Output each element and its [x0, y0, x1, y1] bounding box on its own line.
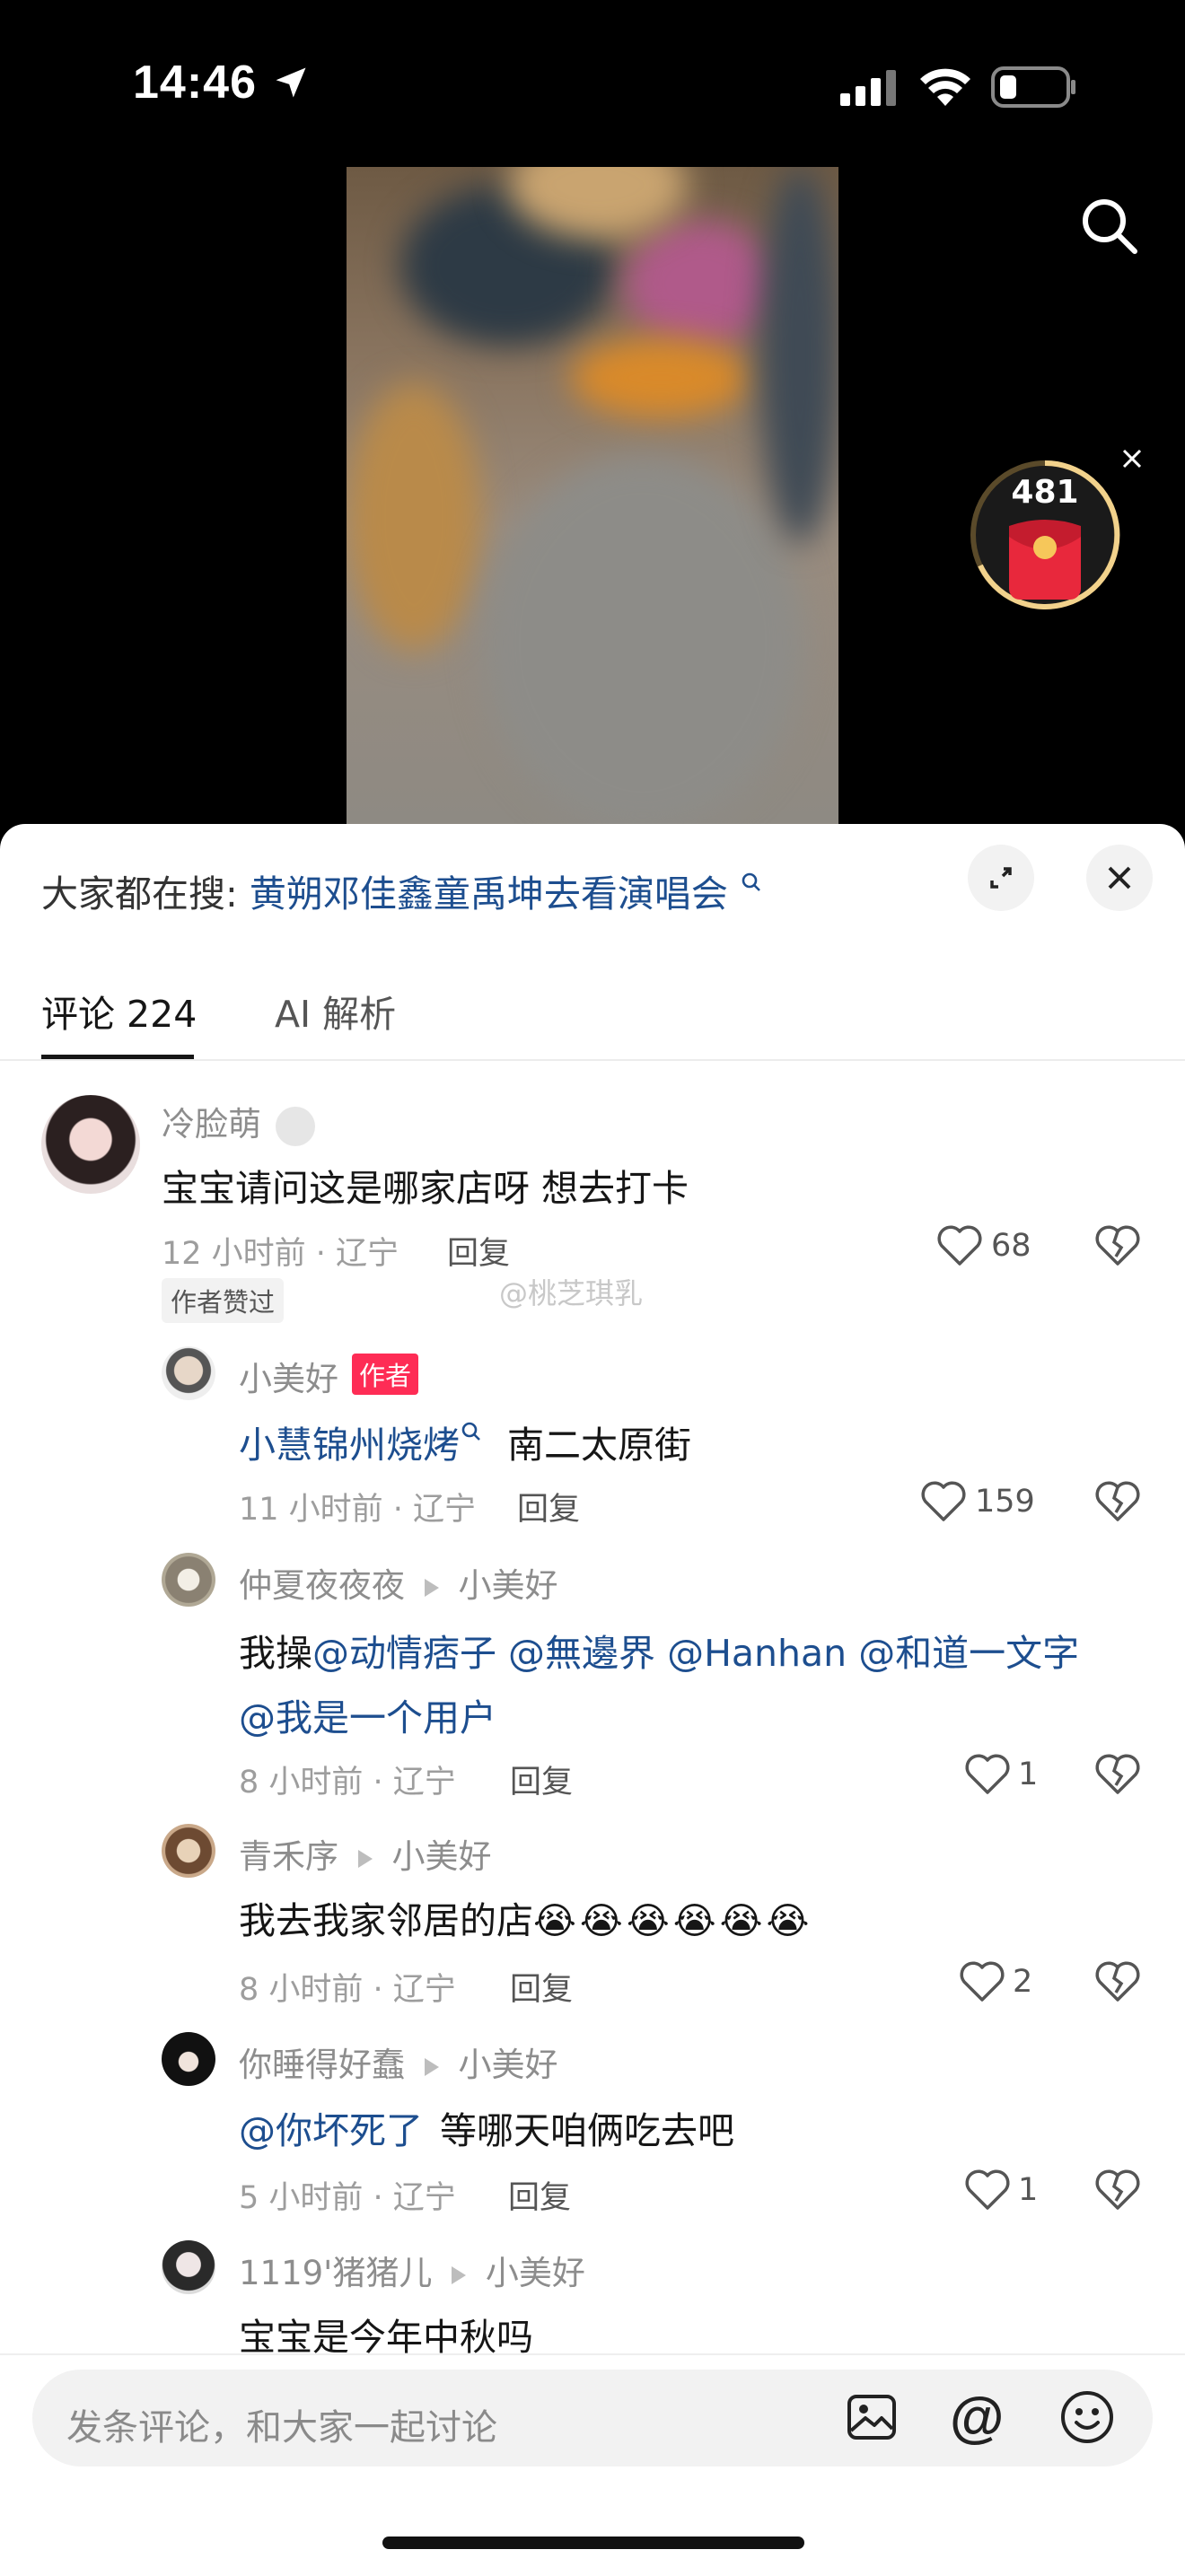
- mention-link[interactable]: @Hanhan: [667, 1632, 847, 1675]
- comment-input-placeholder: 发条评论，和大家一起讨论: [66, 2407, 497, 2449]
- commenter-name[interactable]: 青禾序 小美好: [239, 1829, 492, 1878]
- search-small-icon: [740, 860, 763, 903]
- like-icon[interactable]: [964, 2169, 1011, 2212]
- mention-link[interactable]: @动情痞子: [312, 1632, 496, 1675]
- like-icon[interactable]: [920, 1480, 967, 1523]
- search-small-icon: [460, 1409, 483, 1452]
- watermark: @桃芝琪乳: [499, 1276, 644, 1310]
- close-badge-icon[interactable]: [1120, 447, 1144, 474]
- like-count: 159: [975, 1484, 1035, 1520]
- search-suggestion[interactable]: 大家都在搜: 黄朔邓佳鑫童禹坤去看演唱会: [41, 863, 763, 917]
- mention-link[interactable]: @和道一文字: [858, 1632, 1079, 1675]
- reply-arrow-icon: [424, 1578, 439, 1597]
- dislike-icon[interactable]: [1094, 1480, 1141, 1523]
- expand-button[interactable]: [968, 845, 1034, 911]
- battery-icon: [991, 66, 1077, 111]
- dislike-icon[interactable]: [1094, 1960, 1141, 2003]
- tab-comments[interactable]: 评论 224: [41, 984, 197, 1038]
- avatar[interactable]: [162, 1824, 215, 1878]
- badge-count: 481: [1011, 474, 1079, 511]
- expand-icon: [990, 867, 1012, 889]
- author-liked-badge: 作者赞过: [162, 1278, 285, 1323]
- dislike-icon[interactable]: [1094, 1224, 1141, 1267]
- status-time: 14:46: [133, 57, 257, 109]
- mention-link[interactable]: @你坏死了: [239, 2109, 423, 2152]
- reply-button[interactable]: 回复: [447, 1228, 510, 1274]
- dislike-icon[interactable]: [1094, 1753, 1141, 1796]
- search-suggestion-query[interactable]: 黄朔邓佳鑫童禹坤去看演唱会: [250, 872, 728, 916]
- like-count: 68: [991, 1228, 1031, 1264]
- avatar[interactable]: [162, 2240, 215, 2294]
- comment-text[interactable]: 宝宝是今年中秋吗: [239, 2307, 533, 2361]
- comment-meta: 12 小时前 · 辽宁: [162, 1236, 399, 1272]
- mention-link[interactable]: @無邊界: [508, 1632, 655, 1675]
- commenter-name[interactable]: 1119'猪猪儿 小美好: [239, 2246, 585, 2294]
- mention-icon[interactable]: @: [950, 2386, 1004, 2449]
- comment-text[interactable]: 我去我家邻居的店😭😭😭😭😭😭: [239, 1890, 812, 1944]
- commenter-name[interactable]: 你睡得好蠢 小美好: [239, 2037, 558, 2086]
- comment-text[interactable]: @你坏死了 等哪天咱俩吃去吧: [239, 2100, 734, 2154]
- dislike-icon[interactable]: [1094, 2169, 1141, 2212]
- wifi-icon: [919, 66, 971, 111]
- comment-body: 南二太原街: [507, 1424, 692, 1467]
- home-indicator: [382, 2537, 804, 2549]
- comment-meta: 8 小时前 · 辽宁: [239, 1765, 456, 1801]
- emoji-icon[interactable]: [1059, 2389, 1115, 2449]
- search-link[interactable]: 小慧锦州烧烤: [239, 1424, 460, 1467]
- red-packet-badge[interactable]: 481: [968, 458, 1122, 612]
- comment-text[interactable]: 小慧锦州烧烤 南二太原街: [239, 1415, 691, 1468]
- like-count: 1: [1018, 1757, 1039, 1792]
- reply-arrow-icon: [424, 2057, 439, 2076]
- rice-bowl-icon: [275, 1106, 315, 1146]
- avatar[interactable]: [162, 2032, 215, 2086]
- avatar[interactable]: [162, 1553, 215, 1607]
- reply-button[interactable]: 回复: [510, 1964, 573, 2010]
- tab-divider: [0, 1059, 1185, 1061]
- avatar[interactable]: [162, 1346, 215, 1400]
- author-tag: 作者: [352, 1354, 419, 1395]
- comment-meta: 5 小时前 · 辽宁: [239, 2180, 456, 2216]
- reply-arrow-icon: [452, 2265, 467, 2284]
- reply-button[interactable]: 回复: [510, 1757, 573, 1802]
- comment-meta: 11 小时前 · 辽宁: [239, 1492, 477, 1528]
- reply-arrow-icon: [357, 1849, 373, 1868]
- search-suggestion-label: 大家都在搜:: [41, 872, 238, 916]
- comment-text[interactable]: 宝宝请问这是哪家店呀 想去打卡: [162, 1158, 689, 1212]
- like-icon[interactable]: [936, 1224, 983, 1267]
- commenter-name[interactable]: 小美好: [239, 1352, 338, 1400]
- mention-link[interactable]: @我是一个用户: [239, 1696, 496, 1739]
- cellular-signal-icon: [840, 70, 900, 110]
- image-icon[interactable]: [846, 2391, 898, 2447]
- comment-meta: 8 小时前 · 辽宁: [239, 1972, 456, 2008]
- like-count: 1: [1018, 2172, 1039, 2208]
- avatar[interactable]: [41, 1095, 140, 1194]
- close-icon: [1108, 866, 1131, 889]
- commenter-name[interactable]: 冷脸萌: [162, 1097, 315, 1146]
- close-button[interactable]: [1086, 845, 1153, 911]
- tab-ai-analysis[interactable]: AI 解析: [275, 984, 396, 1038]
- like-count: 2: [1013, 1964, 1033, 2000]
- reply-button[interactable]: 回复: [508, 2172, 571, 2218]
- crying-emoji: 😭😭😭😭😭😭: [533, 1899, 813, 1942]
- like-icon[interactable]: [959, 1960, 1005, 2003]
- comment-text[interactable]: 我操@动情痞子 @無邊界 @Hanhan @和道一文字 @我是一个用户: [239, 1621, 1128, 1750]
- commenter-name[interactable]: 仲夏夜夜夜 小美好: [239, 1558, 558, 1607]
- location-arrow-icon: [271, 63, 311, 106]
- reply-button[interactable]: 回复: [517, 1484, 580, 1529]
- like-icon[interactable]: [964, 1753, 1011, 1796]
- video-frame[interactable]: [347, 167, 838, 824]
- search-icon[interactable]: [1079, 196, 1140, 260]
